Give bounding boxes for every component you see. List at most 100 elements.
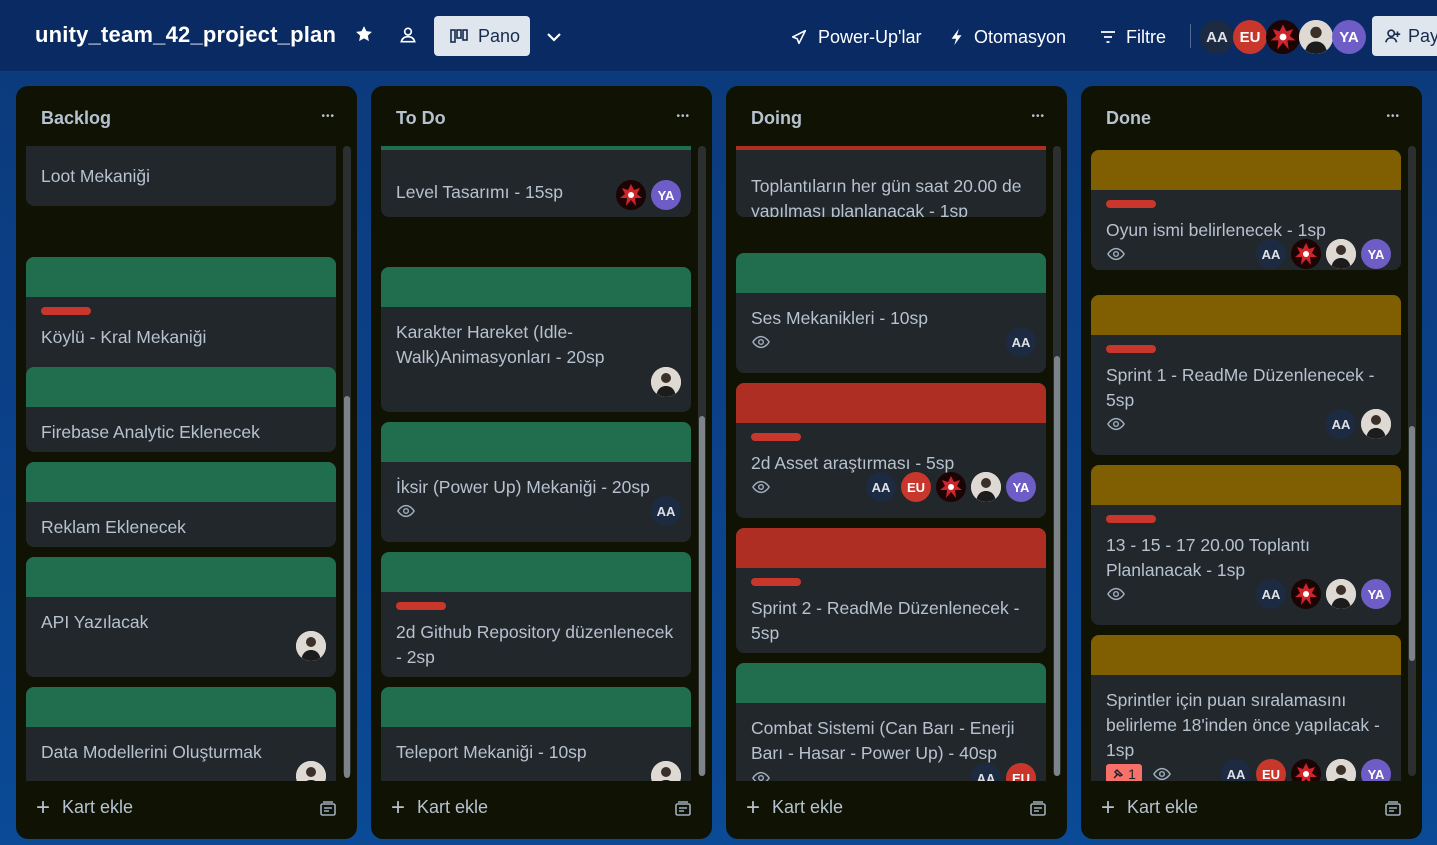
list-title[interactable]: To Do xyxy=(396,108,446,129)
avatar-red-figure[interactable] xyxy=(616,180,646,210)
card-label[interactable] xyxy=(41,307,91,315)
avatar-eu[interactable]: EU xyxy=(1233,20,1267,54)
card-label[interactable] xyxy=(1106,515,1156,523)
card[interactable]: Level Tasarımı - 15sp YA xyxy=(381,146,691,217)
card-cover xyxy=(1091,150,1401,190)
avatar-aa[interactable]: AA xyxy=(1221,759,1251,781)
more-icon[interactable]: ••• xyxy=(321,111,335,122)
card-label[interactable] xyxy=(1106,200,1156,208)
avatar-photo[interactable] xyxy=(971,472,1001,502)
avatar-ya[interactable]: YA xyxy=(1006,472,1036,502)
add-card-button[interactable]: + Kart ekle xyxy=(746,795,843,819)
avatar-aa[interactable]: AA xyxy=(1200,20,1234,54)
plus-icon: + xyxy=(1101,793,1116,821)
card[interactable]: Karakter Hareket (Idle-Walk)Animasyonlar… xyxy=(381,267,691,412)
avatar-red-figure[interactable] xyxy=(1291,579,1321,609)
add-card-button[interactable]: + Kart ekle xyxy=(1101,793,1198,821)
avatar-red-figure[interactable] xyxy=(1291,239,1321,269)
card[interactable]: Oyun ismi belirlenecek - 1sp AA YA xyxy=(1091,150,1401,270)
scrollbar-thumb[interactable] xyxy=(699,416,705,776)
star-icon[interactable] xyxy=(354,24,374,44)
avatar-photo[interactable] xyxy=(1326,579,1356,609)
list-scrollbar[interactable] xyxy=(343,146,351,778)
card-label[interactable] xyxy=(396,602,446,610)
list-title[interactable]: Doing xyxy=(751,108,802,129)
card[interactable]: Köylü - Kral Mekaniği xyxy=(26,257,336,377)
avatar-aa[interactable]: AA xyxy=(1006,327,1036,357)
card-template-icon[interactable] xyxy=(674,800,692,818)
more-icon[interactable]: ••• xyxy=(1386,111,1400,122)
avatar-photo[interactable] xyxy=(651,367,681,397)
card-label[interactable] xyxy=(1106,345,1156,353)
scrollbar-thumb[interactable] xyxy=(1054,356,1060,776)
card[interactable]: 13 - 15 - 17 20.00 Toplantı Planlanacak … xyxy=(1091,465,1401,625)
avatar-ya[interactable]: YA xyxy=(1361,239,1391,269)
card[interactable]: Reklam Eklenecek xyxy=(26,462,336,547)
avatar-aa[interactable]: AA xyxy=(1326,409,1356,439)
more-icon[interactable]: ••• xyxy=(676,111,690,122)
automation-button[interactable]: Otomasyon xyxy=(950,26,1066,48)
card[interactable]: 2d Github Repository düzenlenecek - 2sp xyxy=(381,552,691,677)
card[interactable]: Combat Sistemi (Can Barı - Enerji Barı -… xyxy=(736,663,1046,781)
avatar-eu[interactable]: EU xyxy=(901,472,931,502)
avatar-ya[interactable]: YA xyxy=(1361,579,1391,609)
card[interactable]: Sprint 1 - ReadMe Düzenlenecek - 5sp AA xyxy=(1091,295,1401,455)
avatar-photo[interactable] xyxy=(296,761,326,781)
avatar-ya[interactable]: YA xyxy=(1332,20,1366,54)
card[interactable]: Firebase Analytic Eklenecek xyxy=(26,367,336,452)
card[interactable]: Teleport Mekaniği - 10sp xyxy=(381,687,691,781)
avatar-photo[interactable] xyxy=(1361,409,1391,439)
board-title[interactable]: unity_team_42_project_plan xyxy=(35,22,336,48)
share-button[interactable]: Payl xyxy=(1372,16,1437,56)
card[interactable]: Ses Mekanikleri - 10sp AA xyxy=(736,253,1046,373)
avatar-ya[interactable]: YA xyxy=(651,180,681,210)
card[interactable]: API Yazılacak xyxy=(26,557,336,677)
scrollbar-thumb[interactable] xyxy=(344,396,350,778)
pin-icon xyxy=(1113,769,1124,779)
filter-button[interactable]: Filtre xyxy=(1100,26,1166,48)
card-template-icon[interactable] xyxy=(319,800,337,818)
avatar-eu[interactable]: EU xyxy=(1256,759,1286,781)
avatar-aa[interactable]: AA xyxy=(1256,579,1286,609)
workspace-visible-icon[interactable] xyxy=(398,25,418,45)
avatar-red-figure[interactable] xyxy=(1266,20,1300,54)
avatar-aa[interactable]: AA xyxy=(1256,239,1286,269)
avatar-photo[interactable] xyxy=(1326,239,1356,269)
list-scrollbar[interactable] xyxy=(1053,146,1061,776)
avatar-aa[interactable]: AA xyxy=(866,472,896,502)
avatar-eu[interactable]: EU xyxy=(1006,763,1036,781)
avatar-aa[interactable]: AA xyxy=(651,496,681,526)
list-to-do: To Do ••• Level Tasarımı - 15sp YA Karakter … xyxy=(371,86,712,839)
avatar-photo[interactable] xyxy=(1326,759,1356,781)
list-title[interactable]: Done xyxy=(1106,108,1151,129)
avatar-photo[interactable] xyxy=(651,761,681,781)
powerups-button[interactable]: Power-Up'lar xyxy=(790,26,921,48)
list-title[interactable]: Backlog xyxy=(41,108,111,129)
card-label[interactable] xyxy=(751,433,801,441)
card[interactable]: Toplantıların her gün saat 20.00 de yapı… xyxy=(736,146,1046,217)
avatar-red-figure[interactable] xyxy=(1291,759,1321,781)
scrollbar-thumb[interactable] xyxy=(1409,426,1415,661)
list-scrollbar[interactable] xyxy=(698,146,706,776)
more-icon[interactable]: ••• xyxy=(1031,111,1045,122)
list-cards: Toplantıların her gün saat 20.00 de yapı… xyxy=(736,146,1046,781)
add-card-button[interactable]: + Kart ekle xyxy=(36,795,133,819)
avatar-photo[interactable] xyxy=(296,631,326,661)
card-label[interactable] xyxy=(751,578,801,586)
card[interactable]: Sprintler için puan sıralamasını belirle… xyxy=(1091,635,1401,781)
card[interactable]: 2d Asset araştırması - 5sp AA EU YA xyxy=(736,383,1046,518)
board-view-button[interactable]: Pano xyxy=(434,16,530,56)
card[interactable]: Loot Mekaniği xyxy=(26,146,336,206)
chevron-down-icon[interactable] xyxy=(544,27,564,47)
card[interactable]: Sprint 2 - ReadMe Düzenlenecek - 5sp xyxy=(736,528,1046,653)
avatar-photo[interactable] xyxy=(1299,20,1333,54)
card-template-icon[interactable] xyxy=(1384,800,1402,818)
avatar-red-figure[interactable] xyxy=(936,472,966,502)
add-card-button[interactable]: + Kart ekle xyxy=(391,795,488,819)
card-template-icon[interactable] xyxy=(1029,800,1047,818)
list-scrollbar[interactable] xyxy=(1408,146,1416,776)
card[interactable]: Data Modellerini Oluşturmak xyxy=(26,687,336,781)
card[interactable]: İksir (Power Up) Mekaniği - 20sp AA xyxy=(381,422,691,542)
avatar-ya[interactable]: YA xyxy=(1361,759,1391,781)
avatar-aa[interactable]: AA xyxy=(971,763,1001,781)
